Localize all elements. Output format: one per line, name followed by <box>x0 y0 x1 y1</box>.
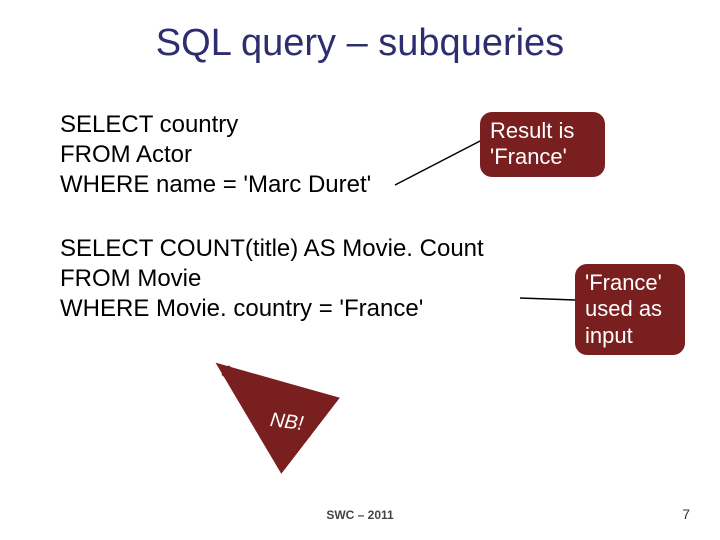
query-block-2: SELECT COUNT(title) AS Movie. Count FROM… <box>60 234 660 324</box>
callout1-line2: 'France' <box>490 144 595 170</box>
query2-line3: WHERE Movie. country = 'France' <box>60 294 660 324</box>
callout2-line1: 'France' <box>585 270 675 296</box>
query2-line2: FROM Movie <box>60 264 660 294</box>
query2-line1: SELECT COUNT(title) AS Movie. Count <box>60 234 660 264</box>
callout-result: Result is 'France' <box>480 112 605 177</box>
callout1-line1: Result is <box>490 118 595 144</box>
callout2-line2: used as <box>585 296 675 322</box>
nb-callout: NB! <box>258 402 315 443</box>
page-number: 7 <box>682 506 690 522</box>
footer-text: SWC – 2011 <box>0 508 720 522</box>
callout-input: 'France' used as input <box>575 264 685 355</box>
callout2-line3: input <box>585 323 675 349</box>
slide-title: SQL query – subqueries <box>0 0 720 65</box>
slide: SQL query – subqueries SELECT country FR… <box>0 0 720 540</box>
